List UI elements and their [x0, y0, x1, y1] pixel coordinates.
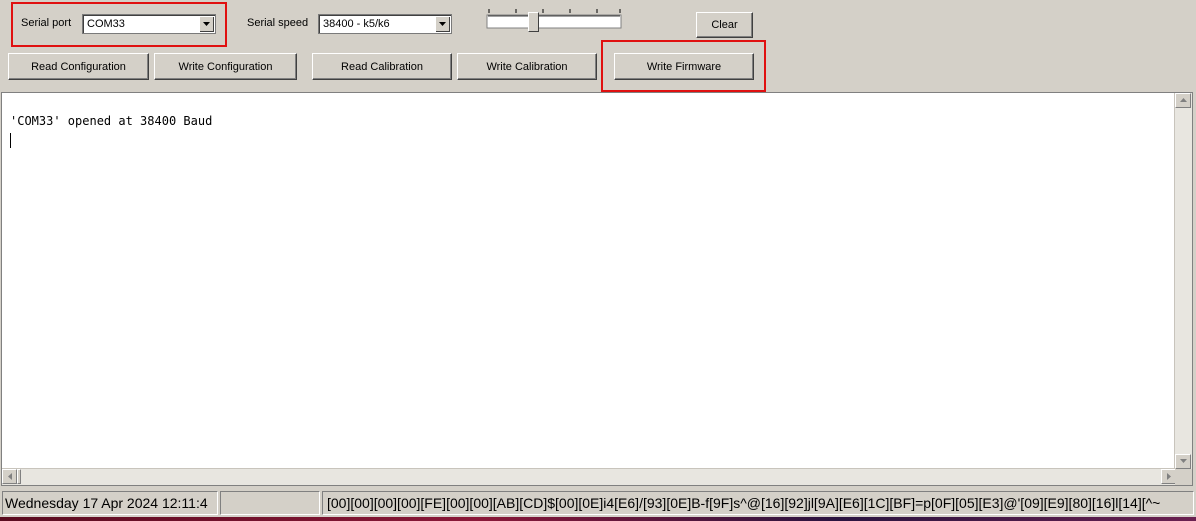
serial-speed-label: Serial speed: [247, 17, 309, 29]
clear-button[interactable]: Clear: [696, 12, 753, 38]
console-output[interactable]: 'COM33' opened at 38400 Baud: [1, 92, 1193, 486]
horizontal-scrollbar[interactable]: [2, 468, 1176, 485]
scroll-right-icon[interactable]: [1161, 469, 1176, 484]
status-spacer-panel: [220, 491, 320, 515]
scroll-corner: [1175, 469, 1192, 485]
desktop-background-strip: [0, 517, 1196, 521]
write-calibration-button[interactable]: Write Calibration: [457, 53, 597, 80]
vertical-scrollbar[interactable]: [1174, 93, 1192, 469]
read-calibration-button[interactable]: Read Calibration: [312, 53, 452, 80]
text-caret: [10, 133, 11, 148]
serial-speed-select[interactable]: 38400 - k5/k6: [318, 14, 452, 34]
serial-port-highlight: [11, 2, 227, 47]
console-line: 'COM33' opened at 38400 Baud: [10, 114, 213, 128]
chevron-down-icon[interactable]: [435, 16, 450, 32]
status-data: [00][00][00][00][FE][00][00][AB][CD]$[00…: [322, 491, 1194, 515]
write-configuration-button[interactable]: Write Configuration: [154, 53, 297, 80]
serial-speed-value: 38400 - k5/k6: [323, 18, 390, 30]
scroll-up-icon[interactable]: [1175, 93, 1191, 108]
read-configuration-button[interactable]: Read Configuration: [8, 53, 149, 80]
status-bar: Wednesday 17 Apr 2024 12:11:4 [00][00][0…: [0, 489, 1196, 517]
scroll-down-icon[interactable]: [1175, 454, 1191, 469]
slider-thumb[interactable]: [527, 12, 539, 32]
write-firmware-highlight: [601, 40, 766, 92]
speed-slider[interactable]: [485, 6, 623, 36]
status-datetime: Wednesday 17 Apr 2024 12:11:4: [2, 491, 218, 515]
horizontal-scroll-thumb[interactable]: [17, 469, 21, 484]
scroll-left-icon[interactable]: [2, 469, 17, 484]
